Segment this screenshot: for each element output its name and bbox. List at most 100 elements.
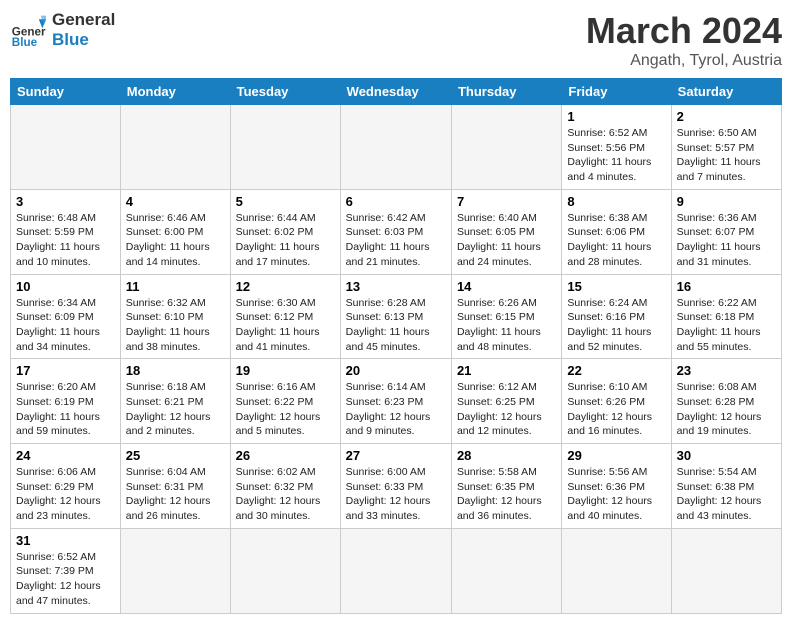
- day-cell: 5Sunrise: 6:44 AM Sunset: 6:02 PM Daylig…: [230, 189, 340, 274]
- day-cell: 7Sunrise: 6:40 AM Sunset: 6:05 PM Daylig…: [451, 189, 561, 274]
- day-info: Sunrise: 6:18 AM Sunset: 6:21 PM Dayligh…: [126, 380, 225, 439]
- day-info: Sunrise: 5:56 AM Sunset: 6:36 PM Dayligh…: [567, 465, 665, 524]
- location: Angath, Tyrol, Austria: [586, 52, 782, 70]
- week-row-1: 1Sunrise: 6:52 AM Sunset: 5:56 PM Daylig…: [11, 105, 782, 190]
- day-info: Sunrise: 6:20 AM Sunset: 6:19 PM Dayligh…: [16, 380, 115, 439]
- day-info: Sunrise: 6:16 AM Sunset: 6:22 PM Dayligh…: [236, 380, 335, 439]
- day-cell: 25Sunrise: 6:04 AM Sunset: 6:31 PM Dayli…: [120, 444, 230, 529]
- day-cell: [340, 528, 451, 613]
- logo: General Blue General Blue: [10, 10, 115, 51]
- day-info: Sunrise: 6:02 AM Sunset: 6:32 PM Dayligh…: [236, 465, 335, 524]
- day-cell: [451, 528, 561, 613]
- weekday-header-saturday: Saturday: [671, 79, 781, 105]
- day-info: Sunrise: 6:14 AM Sunset: 6:23 PM Dayligh…: [346, 380, 446, 439]
- day-cell: [230, 528, 340, 613]
- day-cell: 20 Sunrise: 6:14 AM Sunset: 6:23 PM Dayli…: [340, 359, 451, 444]
- day-cell: 27Sunrise: 6:00 AM Sunset: 6:33 PM Dayli…: [340, 444, 451, 529]
- day-info: Sunrise: 5:54 AM Sunset: 6:38 PM Dayligh…: [677, 465, 776, 524]
- day-number: 2: [677, 109, 776, 124]
- day-info: Sunrise: 6:38 AM Sunset: 6:06 PM Dayligh…: [567, 211, 665, 270]
- day-cell: 14Sunrise: 6:26 AM Sunset: 6:15 PM Dayli…: [451, 274, 561, 359]
- day-number: 10: [16, 279, 115, 294]
- weekday-header-wednesday: Wednesday: [340, 79, 451, 105]
- day-cell: 24Sunrise: 6:06 AM Sunset: 6:29 PM Dayli…: [11, 444, 121, 529]
- day-cell: [451, 105, 561, 190]
- day-number: 8: [567, 194, 665, 209]
- day-number: 3: [16, 194, 115, 209]
- day-info: Sunrise: 6:34 AM Sunset: 6:09 PM Dayligh…: [16, 296, 115, 355]
- day-cell: 12 Sunrise: 6:30 AM Sunset: 6:12 PM Dayli…: [230, 274, 340, 359]
- day-info: Sunrise: 6:24 AM Sunset: 6:16 PM Dayligh…: [567, 296, 665, 355]
- day-number: 16: [677, 279, 776, 294]
- day-cell: 6Sunrise: 6:42 AM Sunset: 6:03 PM Daylig…: [340, 189, 451, 274]
- day-info: Sunrise: 6:22 AM Sunset: 6:18 PM Dayligh…: [677, 296, 776, 355]
- day-cell: 29 Sunrise: 5:56 AM Sunset: 6:36 PM Dayli…: [562, 444, 671, 529]
- day-info: Sunrise: 6:10 AM Sunset: 6:26 PM Dayligh…: [567, 380, 665, 439]
- day-info: Sunrise: 6:48 AM Sunset: 5:59 PM Dayligh…: [16, 211, 115, 270]
- day-number: 18: [126, 363, 225, 378]
- day-number: 19: [236, 363, 335, 378]
- day-cell: 18 Sunrise: 6:18 AM Sunset: 6:21 PM Dayli…: [120, 359, 230, 444]
- day-number: 13: [346, 279, 446, 294]
- page-header: General Blue General Blue March 2024 Ang…: [10, 10, 782, 70]
- day-info: Sunrise: 6:00 AM Sunset: 6:33 PM Dayligh…: [346, 465, 446, 524]
- weekday-header-monday: Monday: [120, 79, 230, 105]
- weekday-header-thursday: Thursday: [451, 79, 561, 105]
- day-info: Sunrise: 6:32 AM Sunset: 6:10 PM Dayligh…: [126, 296, 225, 355]
- day-number: 29: [567, 448, 665, 463]
- weekday-header-row: SundayMondayTuesdayWednesdayThursdayFrid…: [11, 79, 782, 105]
- week-row-6: 31Sunrise: 6:52 AM Sunset: 7:39 PM Dayli…: [11, 528, 782, 613]
- svg-text:Blue: Blue: [12, 37, 38, 49]
- day-cell: [120, 105, 230, 190]
- day-number: 21: [457, 363, 556, 378]
- day-cell: 2Sunrise: 6:50 AM Sunset: 5:57 PM Daylig…: [671, 105, 781, 190]
- day-number: 24: [16, 448, 115, 463]
- day-number: 22: [567, 363, 665, 378]
- day-cell: [562, 528, 671, 613]
- day-info: Sunrise: 6:12 AM Sunset: 6:25 PM Dayligh…: [457, 380, 556, 439]
- day-cell: 26 Sunrise: 6:02 AM Sunset: 6:32 PM Dayli…: [230, 444, 340, 529]
- day-cell: 10 Sunrise: 6:34 AM Sunset: 6:09 PM Dayli…: [11, 274, 121, 359]
- day-cell: 11 Sunrise: 6:32 AM Sunset: 6:10 PM Dayli…: [120, 274, 230, 359]
- day-info: Sunrise: 5:58 AM Sunset: 6:35 PM Dayligh…: [457, 465, 556, 524]
- week-row-4: 17Sunrise: 6:20 AM Sunset: 6:19 PM Dayli…: [11, 359, 782, 444]
- day-cell: 23Sunrise: 6:08 AM Sunset: 6:28 PM Dayli…: [671, 359, 781, 444]
- month-title: March 2024: [586, 10, 782, 52]
- day-cell: [120, 528, 230, 613]
- day-number: 6: [346, 194, 446, 209]
- day-cell: [11, 105, 121, 190]
- day-number: 15: [567, 279, 665, 294]
- week-row-2: 3 Sunrise: 6:48 AM Sunset: 5:59 PM Daylig…: [11, 189, 782, 274]
- day-cell: 30 Sunrise: 5:54 AM Sunset: 6:38 PM Dayli…: [671, 444, 781, 529]
- day-number: 4: [126, 194, 225, 209]
- weekday-header-tuesday: Tuesday: [230, 79, 340, 105]
- day-number: 11: [126, 279, 225, 294]
- day-info: Sunrise: 6:08 AM Sunset: 6:28 PM Dayligh…: [677, 380, 776, 439]
- logo-icon: General Blue: [10, 12, 46, 48]
- day-info: Sunrise: 6:28 AM Sunset: 6:13 PM Dayligh…: [346, 296, 446, 355]
- day-cell: 4 Sunrise: 6:46 AM Sunset: 6:00 PM Daylig…: [120, 189, 230, 274]
- day-cell: [671, 528, 781, 613]
- day-number: 12: [236, 279, 335, 294]
- day-cell: 1Sunrise: 6:52 AM Sunset: 5:56 PM Daylig…: [562, 105, 671, 190]
- day-info: Sunrise: 6:36 AM Sunset: 6:07 PM Dayligh…: [677, 211, 776, 270]
- day-cell: 21 Sunrise: 6:12 AM Sunset: 6:25 PM Dayli…: [451, 359, 561, 444]
- day-cell: 19 Sunrise: 6:16 AM Sunset: 6:22 PM Dayli…: [230, 359, 340, 444]
- day-cell: 16 Sunrise: 6:22 AM Sunset: 6:18 PM Dayli…: [671, 274, 781, 359]
- day-cell: 3 Sunrise: 6:48 AM Sunset: 5:59 PM Daylig…: [11, 189, 121, 274]
- day-number: 25: [126, 448, 225, 463]
- day-cell: 8 Sunrise: 6:38 AM Sunset: 6:06 PM Daylig…: [562, 189, 671, 274]
- day-info: Sunrise: 6:46 AM Sunset: 6:00 PM Dayligh…: [126, 211, 225, 270]
- day-cell: 31Sunrise: 6:52 AM Sunset: 7:39 PM Dayli…: [11, 528, 121, 613]
- day-number: 7: [457, 194, 556, 209]
- day-info: Sunrise: 6:30 AM Sunset: 6:12 PM Dayligh…: [236, 296, 335, 355]
- day-number: 20: [346, 363, 446, 378]
- weekday-header-friday: Friday: [562, 79, 671, 105]
- logo-general: General: [52, 10, 115, 30]
- title-block: March 2024 Angath, Tyrol, Austria: [586, 10, 782, 70]
- day-cell: 15 Sunrise: 6:24 AM Sunset: 6:16 PM Dayli…: [562, 274, 671, 359]
- day-info: Sunrise: 6:52 AM Sunset: 5:56 PM Dayligh…: [567, 126, 665, 185]
- day-number: 26: [236, 448, 335, 463]
- week-row-3: 10 Sunrise: 6:34 AM Sunset: 6:09 PM Dayli…: [11, 274, 782, 359]
- day-number: 30: [677, 448, 776, 463]
